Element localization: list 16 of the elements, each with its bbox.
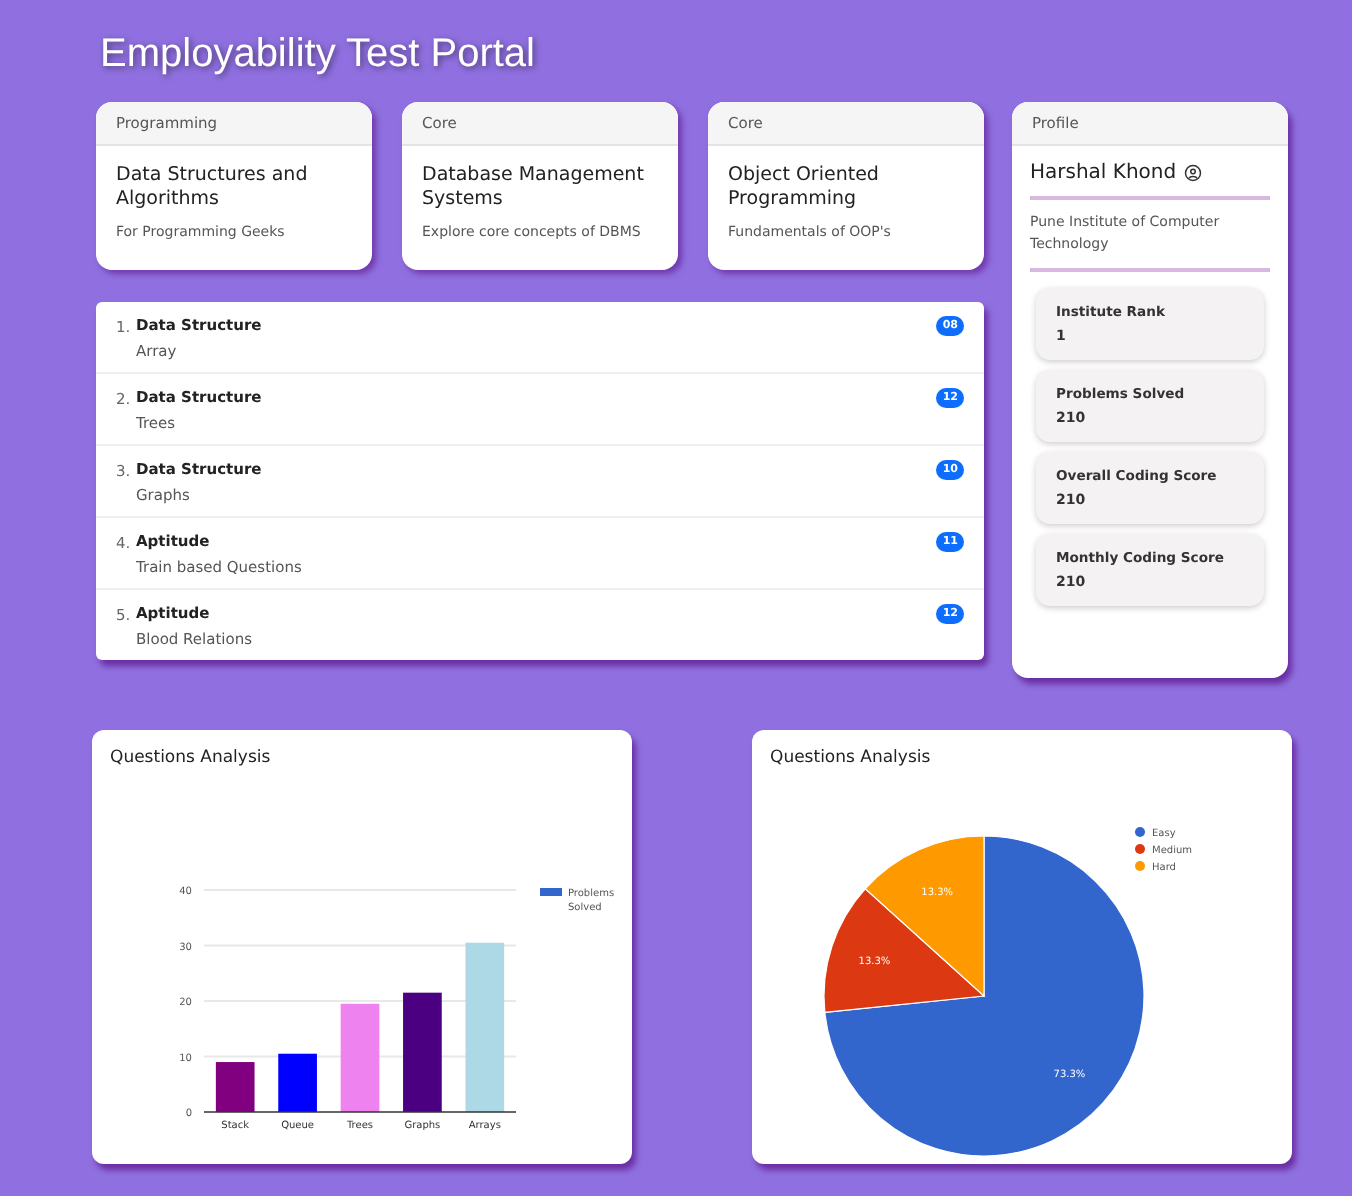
bar <box>278 1053 317 1112</box>
card-title: Object Oriented Programming <box>728 164 881 214</box>
user-icon <box>1184 164 1203 182</box>
legend-dot <box>1135 844 1145 854</box>
bar <box>340 1003 380 1112</box>
profile-name: Harshal Khond <box>1030 162 1177 184</box>
chart-title: Questions Analysis <box>770 748 933 768</box>
legend-dot <box>1135 861 1145 871</box>
card-title: Data Structures and Algorithms <box>116 164 310 214</box>
legend-dot <box>1135 827 1145 837</box>
chart-title: Questions Analysis <box>110 748 273 768</box>
bar <box>215 1062 255 1112</box>
page-title: Employability Test Portal <box>100 32 537 78</box>
card-title: Database Management Systems <box>422 164 646 214</box>
bar <box>403 992 442 1112</box>
legend-swatch <box>540 888 562 896</box>
